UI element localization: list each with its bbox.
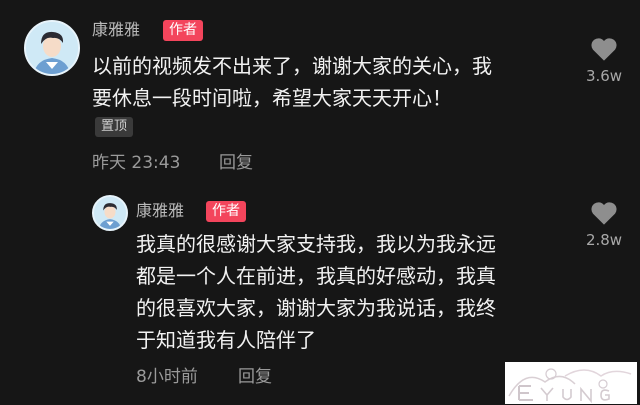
heart-icon[interactable] bbox=[590, 200, 618, 226]
watermark-graphic bbox=[508, 368, 632, 404]
reply-button[interactable]: 回复 bbox=[238, 366, 272, 388]
author-badge: 作者 bbox=[163, 20, 203, 41]
comment-username[interactable]: 康雅雅 bbox=[136, 201, 184, 221]
avatar[interactable] bbox=[92, 195, 128, 231]
watermark-logo bbox=[505, 362, 637, 404]
author-badge: 作者 bbox=[206, 201, 246, 222]
heart-icon[interactable] bbox=[590, 36, 618, 62]
comment-text-line: 要休息一段时间啦，希望大家天天开心！ bbox=[92, 86, 452, 110]
comment-text-line: 都是一个人在前进，我真的好感动，我真 bbox=[136, 264, 496, 288]
comment-text-line: 于知道我有人陪伴了 bbox=[136, 328, 316, 352]
avatar-illustration bbox=[94, 197, 126, 229]
comment-time: 8小时前 bbox=[136, 367, 198, 387]
pinned-badge: 置顶 bbox=[95, 117, 134, 137]
comment-text-line: 以前的视频发不出来了，谢谢大家的关心，我 bbox=[92, 54, 492, 78]
comment-username[interactable]: 康雅雅 bbox=[92, 20, 140, 40]
comment-text-line: 的很喜欢大家，谢谢大家为我说话，我终 bbox=[136, 296, 496, 320]
comment-time: 昨天 23:43 bbox=[92, 153, 181, 173]
avatar-illustration bbox=[26, 22, 78, 74]
like-count: 3.6w bbox=[585, 67, 623, 85]
avatar[interactable] bbox=[24, 20, 80, 76]
comment-text-line: 我真的很感谢大家支持我，我以为我永远 bbox=[136, 232, 496, 256]
like-count: 2.8w bbox=[585, 231, 623, 249]
reply-button[interactable]: 回复 bbox=[219, 152, 253, 174]
